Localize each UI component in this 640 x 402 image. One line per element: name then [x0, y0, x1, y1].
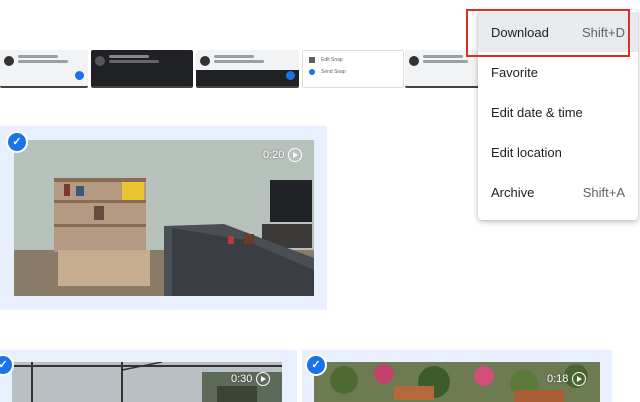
thumbnail-3[interactable] [196, 50, 299, 88]
menu-item-edit-location[interactable]: Edit location [478, 132, 638, 172]
text-line [109, 55, 149, 58]
avatar [95, 56, 105, 66]
menu-item-label: Edit location [491, 144, 562, 160]
text-line [18, 55, 58, 58]
thumbnail-footer [196, 70, 299, 86]
thumbnail-2[interactable] [91, 50, 193, 88]
play-icon[interactable] [288, 148, 303, 162]
video-tile-1[interactable]: 0:20 [0, 126, 327, 310]
avatar [409, 56, 419, 66]
video-tile-2[interactable]: 0:30 [0, 350, 297, 402]
duration-label: 0:30 [231, 373, 253, 385]
menu-item-label: Archive [491, 184, 535, 200]
video-duration-badge: 0:20 [263, 148, 303, 162]
menu-item-label: Edit date & time [491, 104, 583, 120]
menu-item-shortcut: Shift+A [582, 184, 625, 200]
play-icon[interactable] [256, 372, 271, 386]
send-snap-label: Send Snap [321, 69, 346, 75]
menu-item-archive[interactable]: Archive Shift+A [478, 172, 638, 212]
selected-check-icon[interactable]: ✓ [8, 133, 26, 151]
duration-label: 0:20 [263, 149, 285, 161]
pencil-icon [309, 57, 315, 63]
menu-item-label: Download [491, 24, 549, 40]
video-duration-badge: 0:30 [231, 372, 271, 386]
twitter-icon [286, 71, 295, 80]
menu-item-download[interactable]: Download Shift+D [478, 12, 638, 52]
video-duration-badge: 0:18 [547, 372, 587, 386]
text-line [214, 55, 254, 58]
menu-item-label: Favorite [491, 64, 538, 80]
thumbnail-5[interactable] [405, 50, 480, 88]
avatar [4, 56, 14, 66]
text-line [18, 60, 68, 63]
play-icon[interactable] [572, 372, 587, 386]
video-thumbnail-living-room [14, 140, 314, 296]
menu-item-shortcut: Shift+D [582, 24, 625, 40]
selected-check-icon[interactable]: ✓ [307, 356, 325, 374]
thumbnail-4[interactable]: Edit Snap Send Snap [302, 50, 404, 88]
duration-label: 0:18 [547, 373, 569, 385]
avatar [200, 56, 210, 66]
video-tile-3[interactable]: 0:18 [302, 350, 612, 402]
menu-item-edit-date-time[interactable]: Edit date & time [478, 92, 638, 132]
send-icon [309, 69, 315, 75]
menu-item-favorite[interactable]: Favorite [478, 52, 638, 92]
text-line [423, 55, 463, 58]
text-line [423, 60, 468, 63]
edit-snap-label: Edit Snap [321, 57, 343, 63]
text-line [214, 60, 264, 63]
thumbnail-1[interactable] [0, 50, 88, 88]
thumbnail-strip: Edit Snap Send Snap [0, 50, 480, 88]
twitter-icon [75, 71, 84, 80]
more-options-menu: Download Shift+D Favorite Edit date & ti… [478, 10, 638, 220]
text-line [109, 60, 159, 63]
